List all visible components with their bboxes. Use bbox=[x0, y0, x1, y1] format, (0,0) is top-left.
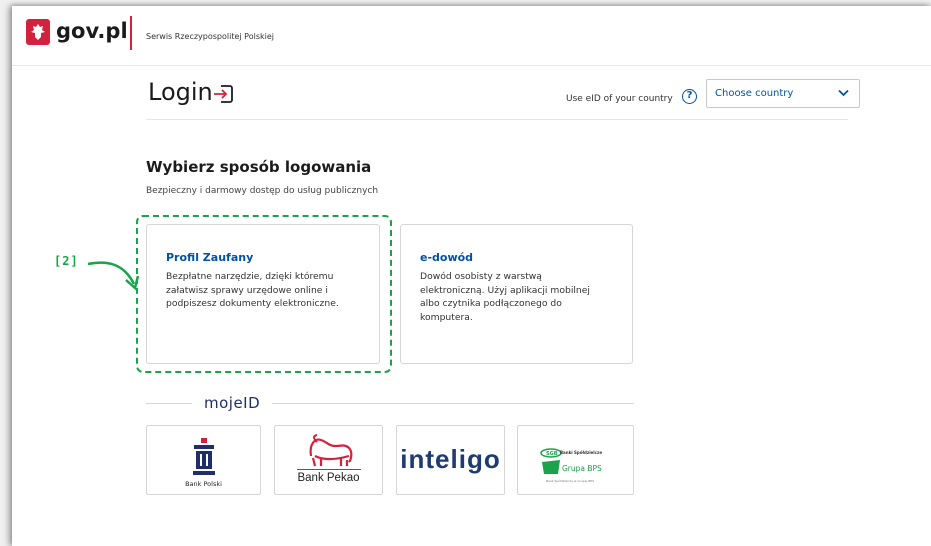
section-subtitle: Bezpieczny i darmowy dostęp do usług pub… bbox=[146, 186, 379, 196]
bank-tile-pko[interactable]: Bank Polski bbox=[146, 425, 261, 495]
bison-logo-icon bbox=[309, 434, 353, 467]
gov-pl-logo[interactable]: gov.pl bbox=[56, 19, 128, 43]
annotation-label: [2] bbox=[54, 254, 79, 268]
help-icon[interactable]: ? bbox=[682, 89, 697, 104]
card-description: Dowód osobisty z warstwą elektroniczną. … bbox=[420, 270, 590, 324]
bps-foot-text: Bank Spółdzielczy w Grupie BPS bbox=[546, 479, 595, 483]
section-title: Wybierz sposób logowania bbox=[146, 158, 372, 176]
card-description-line: albo czytnika podłączonego do bbox=[420, 298, 562, 309]
eagle-emblem-icon[interactable] bbox=[26, 19, 50, 45]
bank-tile-bps[interactable]: SGB Banki Spółdzielcze Grupa BPS Bank Sp… bbox=[517, 425, 634, 495]
service-name: Serwis Rzeczypospolitej Polskiej bbox=[146, 32, 274, 41]
login-icon bbox=[214, 85, 233, 103]
pko-logo-icon bbox=[193, 438, 215, 475]
eid-label: Use eID of your country bbox=[566, 94, 673, 104]
card-title: e-dowód bbox=[420, 251, 474, 264]
annotation-highlight-box bbox=[136, 215, 392, 373]
bank-name: Grupa BPS bbox=[562, 464, 602, 473]
bank-name: Bank Polski bbox=[185, 480, 222, 488]
svg-text:SGB: SGB bbox=[546, 451, 558, 457]
country-select[interactable]: Choose country bbox=[706, 79, 860, 108]
pekao-divider bbox=[297, 469, 361, 470]
e-dowod-card[interactable]: e-dowód Dowód osobisty z warstwą elektro… bbox=[400, 224, 633, 364]
top-bar: gov.pl Serwis Rzeczypospolitej Polskiej bbox=[12, 6, 931, 66]
bps-top-text: Banki Spółdzielcze bbox=[560, 450, 603, 455]
page-title: Login bbox=[148, 78, 213, 106]
card-description-line: elektroniczną. Użyj aplikacji mobilnej bbox=[420, 284, 590, 296]
chevron-down-icon bbox=[838, 89, 849, 97]
login-header: Login Use eID of your country ? Choose c… bbox=[146, 68, 860, 120]
bps-logo-icon: SGB bbox=[540, 448, 562, 474]
card-description-line: komputera. bbox=[420, 311, 473, 323]
mojeid-logo: mojeID bbox=[192, 394, 273, 412]
bank-name: inteligo bbox=[400, 444, 501, 474]
bank-tile-inteligo[interactable]: inteligo bbox=[396, 425, 505, 495]
logo-divider bbox=[130, 16, 132, 50]
annotation-arrow-icon bbox=[87, 261, 140, 291]
country-select-value: Choose country bbox=[715, 88, 794, 99]
bank-tile-pekao[interactable]: Bank Pekao bbox=[274, 425, 383, 495]
bank-name: Bank Pekao bbox=[297, 472, 360, 484]
page: gov.pl Serwis Rzeczypospolitej Polskiej … bbox=[12, 6, 931, 546]
card-description-line: Dowód osobisty z warstwą bbox=[420, 271, 542, 282]
